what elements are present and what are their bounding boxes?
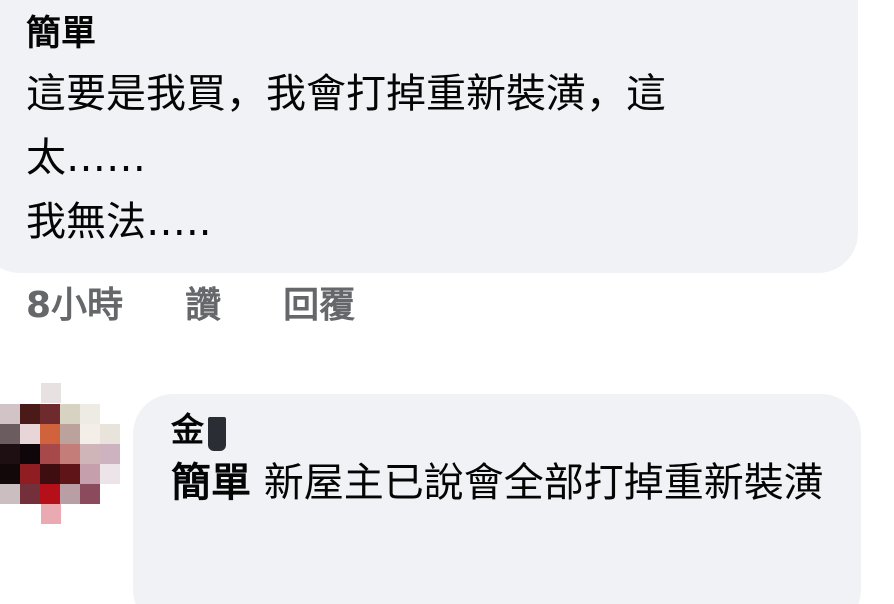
pixelated-avatar-icon[interactable]	[0, 383, 123, 524]
comment-line: 我無法…..	[26, 199, 212, 245]
reply-author[interactable]: 金	[171, 408, 226, 452]
comment-timestamp[interactable]: 8小時	[26, 282, 123, 330]
reply-author-name: 金	[171, 410, 204, 449]
comment-actions: 8小時 讚 回覆	[26, 282, 355, 330]
reply-button[interactable]: 回覆	[283, 282, 355, 330]
reply-message: 新屋主已說會全部打掉重新裝潢	[263, 460, 824, 506]
comment-line: 這要是我買，我會打掉重新裝潢，這	[26, 71, 666, 117]
comment-thread: 簡單 這要是我買，我會打掉重新裝潢，這 太…… 我無法….. 8小時 讚 回覆	[0, 0, 894, 604]
like-button[interactable]: 讚	[185, 282, 221, 330]
comment-text: 這要是我買，我會打掉重新裝潢，這 太…… 我無法…..	[26, 62, 818, 254]
comment-line: 太……	[26, 135, 146, 181]
comment-bubble: 簡單 這要是我買，我會打掉重新裝潢，這 太…… 我無法…..	[0, 0, 858, 273]
comment-author[interactable]: 簡單	[26, 12, 818, 56]
reply-text: 簡單 新屋主已說會全部打掉重新裝潢	[171, 454, 831, 512]
reply-bubble: 金 簡單 新屋主已說會全部打掉重新裝潢	[133, 394, 861, 604]
censored-name-block	[208, 417, 226, 451]
mention-link[interactable]: 簡單	[171, 460, 251, 506]
